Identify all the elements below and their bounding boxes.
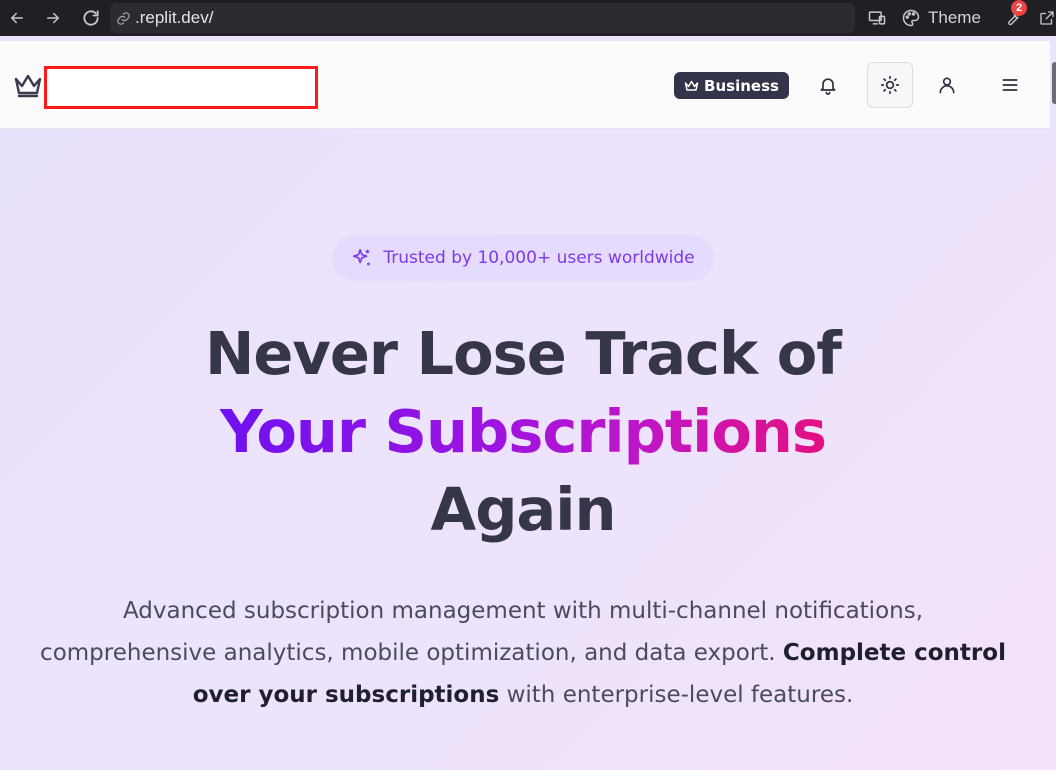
url-text: .replit.dev/ <box>135 8 214 27</box>
hero-headline: Never Lose Track of Your Subscriptions A… <box>0 315 1046 549</box>
back-icon[interactable] <box>4 5 30 31</box>
hero-section: Trusted by 10,000+ users worldwide Never… <box>0 130 1056 770</box>
redacted-logo-text <box>44 66 318 109</box>
scrollbar-thumb[interactable] <box>1052 62 1056 104</box>
crown-icon <box>684 79 699 93</box>
bell-icon[interactable] <box>805 62 851 108</box>
trust-badge-text: Trusted by 10,000+ users worldwide <box>383 248 695 268</box>
headline-line-2-gradient: Your Subscriptions <box>220 397 827 466</box>
link-icon <box>116 9 134 27</box>
hero-description: Advanced subscription management with mu… <box>40 590 1006 716</box>
popout-icon[interactable] <box>1034 5 1056 31</box>
menu-icon[interactable] <box>987 62 1033 108</box>
sparkle-icon <box>351 247 373 269</box>
browser-toolbar: .replit.dev/ Theme 2 <box>0 0 1056 36</box>
trust-badge: Trusted by 10,000+ users worldwide <box>332 235 714 281</box>
business-label: Business <box>704 76 779 95</box>
notification-count-badge: 2 <box>1011 0 1027 16</box>
headline-line-3: Again <box>430 475 617 544</box>
reload-icon[interactable] <box>78 5 104 31</box>
app-header: Business <box>0 41 1050 129</box>
forward-icon[interactable] <box>40 5 66 31</box>
business-button[interactable]: Business <box>674 72 789 99</box>
devices-icon[interactable] <box>864 5 890 31</box>
palette-icon[interactable] <box>898 5 924 31</box>
user-icon[interactable] <box>924 62 970 108</box>
sun-icon[interactable] <box>867 62 913 108</box>
crown-icon[interactable] <box>13 71 43 99</box>
headline-line-1: Never Lose Track of <box>205 319 842 388</box>
description-part-2: with enterprise-level features. <box>499 682 854 708</box>
theme-label[interactable]: Theme <box>928 8 981 28</box>
address-bar[interactable]: .replit.dev/ <box>110 3 855 33</box>
